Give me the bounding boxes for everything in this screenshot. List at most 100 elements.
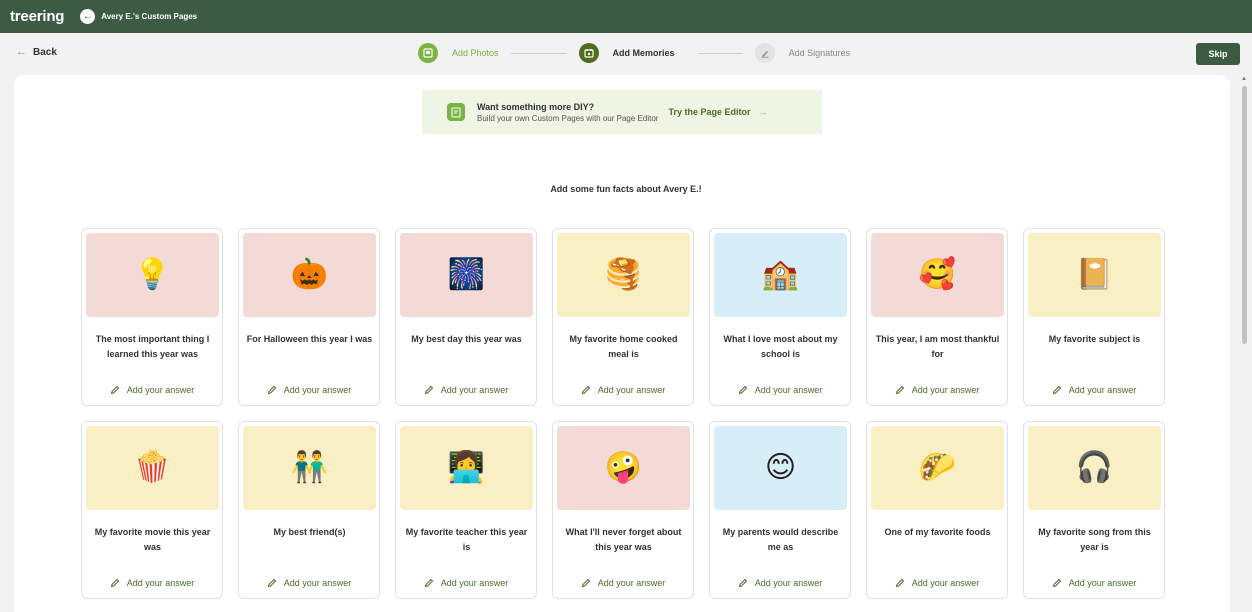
add-answer-label: Add your answer (283, 385, 352, 395)
pencil-icon (1052, 385, 1061, 395)
card-image: 🤪 (557, 426, 690, 510)
pencil-icon (738, 385, 747, 395)
back-label: Back (33, 46, 57, 58)
card-question: My favorite movie this year was (94, 527, 211, 552)
add-answer-label: Add your answer (126, 578, 195, 588)
add-answer-button[interactable]: Add your answer (710, 385, 850, 395)
card-question: My best day this year was (411, 334, 522, 344)
add-answer-button[interactable]: Add your answer (867, 578, 1007, 588)
school-icon: 🏫 (761, 258, 800, 291)
card-image: 🥞 (557, 233, 690, 317)
add-answer-label: Add your answer (911, 385, 980, 395)
diy-banner: Want something more DIY? Build your own … (422, 90, 822, 134)
prompt-card[interactable]: 👩‍💻 My favorite teacher this year is Add y… (395, 421, 537, 599)
add-answer-label: Add your answer (126, 385, 195, 395)
add-answer-button[interactable]: Add your answer (710, 578, 850, 588)
step-add-photos[interactable]: Add Photos (418, 43, 499, 63)
prompt-card[interactable]: 📔 My favorite subject is Add your answer (1023, 228, 1165, 406)
left-arrow-icon: ← (16, 46, 27, 58)
step-divider (698, 52, 743, 54)
add-answer-label: Add your answer (597, 578, 666, 588)
page-title-group: ← Avery E.'s Custom Pages (80, 9, 197, 24)
add-answer-button[interactable]: Add your answer (239, 578, 379, 588)
pencil-icon (424, 385, 433, 395)
pencil-icon (267, 385, 276, 395)
smiling-face-with-hearts-icon: 🥰 (918, 258, 957, 291)
add-answer-label: Add your answer (597, 385, 666, 395)
try-page-editor-link[interactable]: Try the Page Editor → (668, 107, 767, 117)
prompt-card[interactable]: 🌮 One of my favorite foods Add your answer (866, 421, 1008, 599)
card-question: For Halloween this year I was (246, 334, 373, 344)
top-bar: treering ← Avery E.'s Custom Pages (0, 0, 1252, 33)
add-answer-button[interactable]: Add your answer (82, 578, 222, 588)
scroll-up-icon[interactable]: ▲ (1241, 76, 1247, 82)
teacher-icon: 👩‍💻 (447, 451, 486, 484)
prompt-card[interactable]: 👬 My best friend(s) Add your answer (238, 421, 380, 599)
add-answer-button[interactable]: Add your answer (867, 385, 1007, 395)
prompt-card[interactable]: 🏫 What I love most about my school is Add … (709, 228, 851, 406)
skip-button[interactable]: Skip (1196, 43, 1240, 65)
progress-stepper: Add Photos Add Memories Add Signatures (418, 43, 850, 63)
prompt-card[interactable]: 🎆 My best day this year was Add your answe… (395, 228, 537, 406)
card-question: This year, I am most thankful for (875, 334, 1000, 359)
notebook-icon: 📔 (1075, 258, 1114, 291)
card-question: What I love most about my school is (723, 334, 838, 359)
step-label: Add Memories (612, 48, 675, 58)
card-question: My favorite song from this year is (1038, 527, 1151, 552)
step-divider (510, 52, 567, 54)
diy-subtitle: Build your own Custom Pages with our Pag… (477, 113, 659, 123)
right-arrow-icon: → (758, 107, 768, 117)
add-answer-label: Add your answer (1068, 578, 1137, 588)
back-button[interactable]: ← Back (16, 46, 57, 58)
prompt-card[interactable]: 😊 My parents would describe me as Add your… (709, 421, 851, 599)
add-answer-button[interactable]: Add your answer (553, 578, 693, 588)
add-answer-label: Add your answer (440, 578, 509, 588)
card-image: 🥰 (871, 233, 1004, 317)
prompt-card[interactable]: 🥰 This year, I am most thankful for Add yo… (866, 228, 1008, 406)
pencil-icon (1052, 578, 1061, 588)
memories-icon (578, 43, 599, 63)
step-add-signatures[interactable]: Add Signatures (754, 43, 851, 63)
pencil-icon (110, 385, 119, 395)
diy-title: Want something more DIY? (477, 101, 595, 112)
headphones-icon: 🎧 (1075, 451, 1114, 484)
prompt-card[interactable]: 🎃 For Halloween this year I was Add your a… (238, 228, 380, 406)
add-answer-button[interactable]: Add your answer (239, 385, 379, 395)
lightbulb-icon: 💡 (133, 258, 172, 291)
add-answer-button[interactable]: Add your answer (1024, 578, 1164, 588)
card-image: 👩‍💻 (400, 426, 533, 510)
pencil-icon (424, 578, 433, 588)
add-answer-button[interactable]: Add your answer (1024, 385, 1164, 395)
card-image: 😊 (714, 426, 847, 510)
try-page-editor-label: Try the Page Editor (668, 107, 751, 117)
step-label: Add Signatures (788, 48, 851, 58)
pancakes-icon: 🥞 (604, 258, 643, 291)
add-answer-button[interactable]: Add your answer (82, 385, 222, 395)
pen-icon (754, 43, 775, 63)
prompt-card[interactable]: 💡 The most important thing I learned this… (81, 228, 223, 406)
add-answer-button[interactable]: Add your answer (553, 385, 693, 395)
prompt-card[interactable]: 🍿 My favorite movie this year was Add your… (81, 421, 223, 599)
prompt-card[interactable]: 🥞 My favorite home cooked meal is Add your… (552, 228, 694, 406)
card-question: My best friend(s) (273, 527, 346, 537)
friends-icon: 👬 (290, 451, 329, 484)
back-arrow-icon[interactable]: ← (80, 9, 96, 24)
step-add-memories[interactable]: Add Memories (578, 43, 675, 63)
card-question: One of my favorite foods (884, 527, 991, 537)
card-image: 🏫 (714, 233, 847, 317)
card-question: My parents would describe me as (722, 527, 839, 552)
diy-text: Want something more DIY? Build your own … (477, 102, 658, 123)
prompt-card[interactable]: 🤪 What I'll never forget about this year … (552, 421, 694, 599)
card-question: What I'll never forget about this year w… (565, 527, 682, 552)
taco-icon: 🌮 (918, 451, 957, 484)
pencil-icon (895, 578, 904, 588)
scrollbar-thumb[interactable] (1242, 86, 1247, 344)
zany-face-icon: 🤪 (604, 451, 643, 484)
popcorn-icon: 🍿 (133, 451, 172, 484)
card-question: My favorite teacher this year is (405, 527, 528, 552)
add-answer-button[interactable]: Add your answer (396, 385, 536, 395)
add-answer-button[interactable]: Add your answer (396, 578, 536, 588)
section-heading: Add some fun facts about Avery E.! (550, 184, 702, 194)
treering-logo[interactable]: treering (10, 8, 64, 25)
prompt-card[interactable]: 🎧 My favorite song from this year is Add y… (1023, 421, 1165, 599)
